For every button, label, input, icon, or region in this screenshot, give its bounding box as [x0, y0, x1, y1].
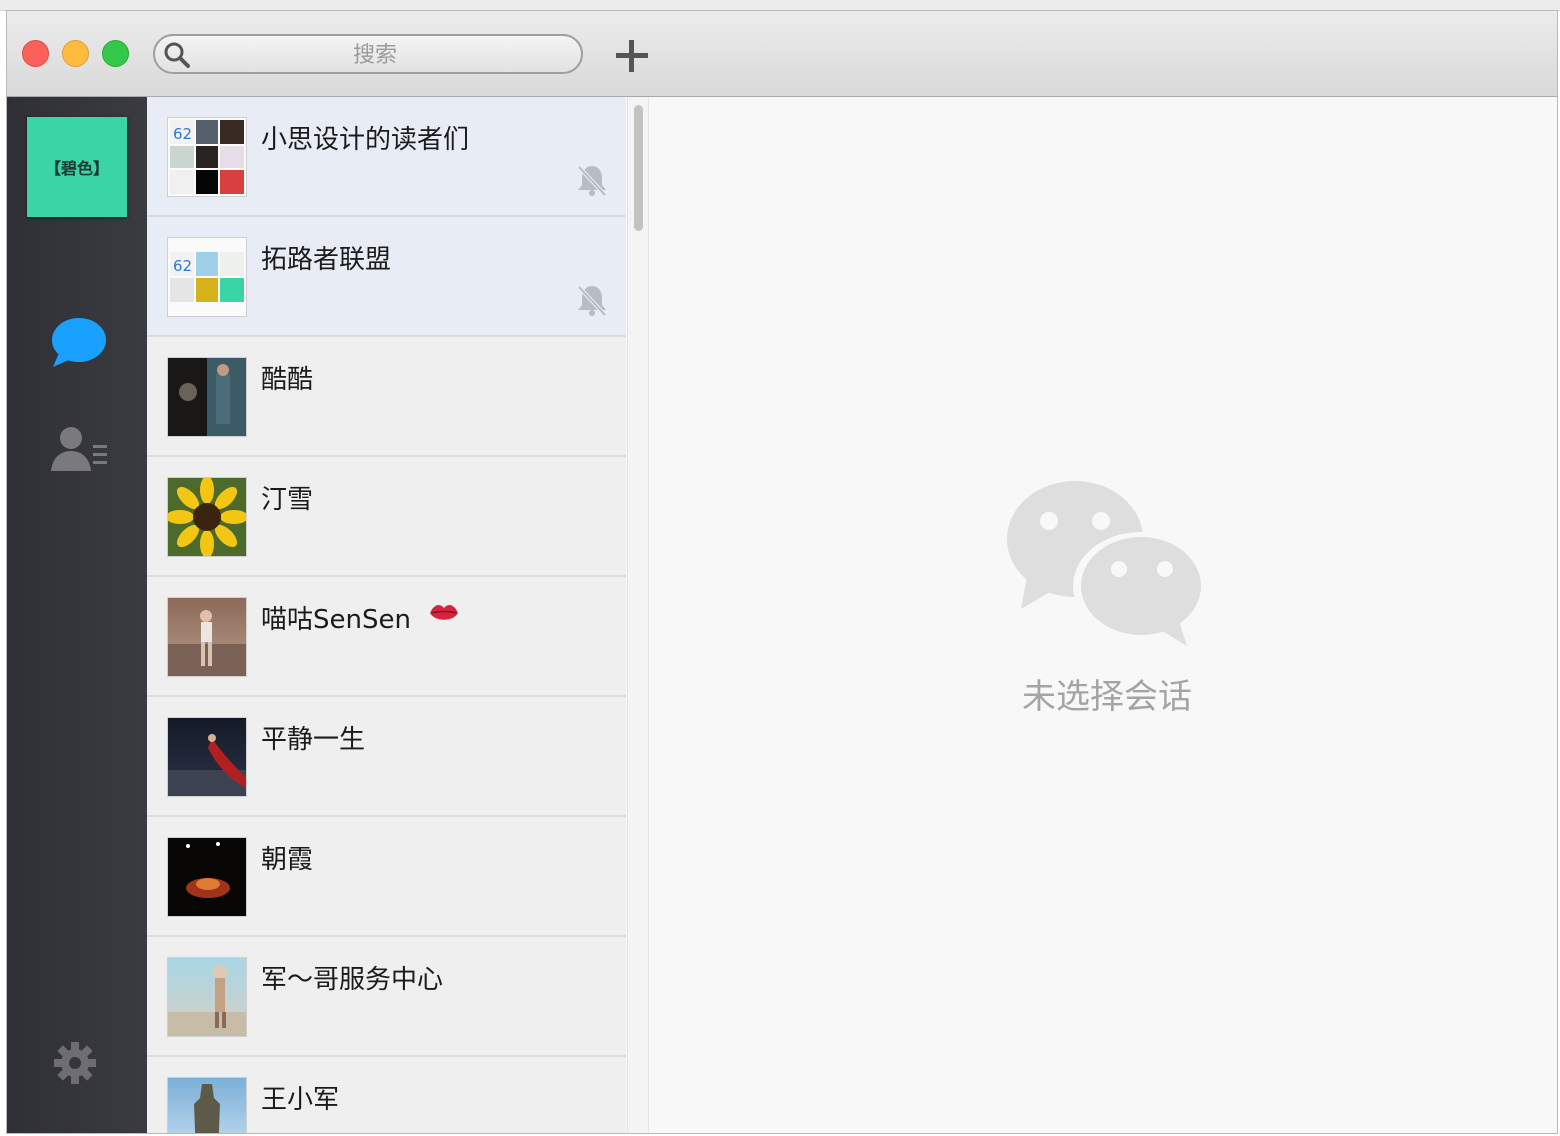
conversation-name: 朝霞 [261, 845, 314, 875]
mute-bell-icon [577, 285, 607, 317]
zoom-window-button[interactable] [102, 40, 129, 67]
conversation-item[interactable]: 平静一生 [147, 697, 626, 817]
conversation-name: 小思设计的读者们 [261, 125, 470, 155]
scrollbar-thumb[interactable] [634, 105, 643, 231]
title-bar [7, 11, 1557, 97]
group-avatar: 62 [167, 117, 247, 197]
chats-tab-icon[interactable] [51, 317, 107, 369]
contact-avatar [167, 597, 247, 677]
conversation-name: 拓路者联盟 [261, 245, 392, 275]
conversation-name: 平静一生 [261, 725, 366, 755]
kiss-lips-icon [430, 605, 458, 620]
conversation-name: 军～哥服务中心 [261, 965, 444, 995]
conversation-item[interactable]: 62 小思设计的读者们 [147, 97, 626, 217]
chat-area-empty: 未选择会话 [649, 97, 1557, 1133]
wechat-logo-icon [1007, 481, 1207, 646]
conversation-item[interactable]: 酷酷 [147, 337, 626, 457]
contact-avatar [167, 717, 247, 797]
wechat-window: 【碧色】 [6, 10, 1558, 1134]
conversation-item[interactable]: 喵咕SenSen [147, 577, 626, 697]
close-window-button[interactable] [22, 40, 49, 67]
conversation-item[interactable]: 王小军 [147, 1057, 626, 1133]
svg-text:62: 62 [173, 125, 192, 143]
add-button[interactable] [613, 37, 651, 75]
conversation-name: 王小军 [261, 1085, 340, 1115]
mute-bell-icon [577, 165, 607, 197]
conversation-item[interactable]: 朝霞 [147, 817, 626, 937]
no-conversation-selected-text: 未选择会话 [1022, 677, 1192, 717]
minimize-window-button[interactable] [62, 40, 89, 67]
group-avatar: 62 [167, 237, 247, 317]
contacts-tab-icon[interactable] [51, 425, 111, 473]
profile-avatar[interactable]: 【碧色】 [27, 117, 127, 217]
conversation-list-scrollbar[interactable] [627, 97, 649, 1133]
conversation-name: 喵咕SenSen [261, 605, 411, 635]
contact-avatar [167, 837, 247, 917]
svg-text:62: 62 [173, 257, 192, 275]
conversation-name: 酷酷 [261, 365, 314, 395]
conversation-item[interactable]: 军～哥服务中心 [147, 937, 626, 1057]
contact-avatar [167, 1077, 247, 1133]
contact-avatar [167, 357, 247, 437]
sidebar: 【碧色】 [7, 97, 147, 1133]
conversation-item[interactable]: 62 拓路者联盟 [147, 217, 626, 337]
search-input[interactable] [195, 38, 555, 72]
conversation-item[interactable]: 汀雪 [147, 457, 626, 577]
contact-avatar [167, 957, 247, 1037]
profile-text: 【碧色】 [44, 159, 109, 178]
search-icon [164, 42, 190, 68]
conversation-list: 62 小思设计的读者们 62 拓路者联盟 酷酷 汀雪 喵咕SenSen 平静一生… [147, 97, 626, 1133]
conversation-name: 汀雪 [261, 485, 314, 515]
contact-avatar [167, 477, 247, 557]
search-box[interactable] [153, 34, 583, 74]
settings-gear-icon[interactable] [53, 1041, 97, 1085]
